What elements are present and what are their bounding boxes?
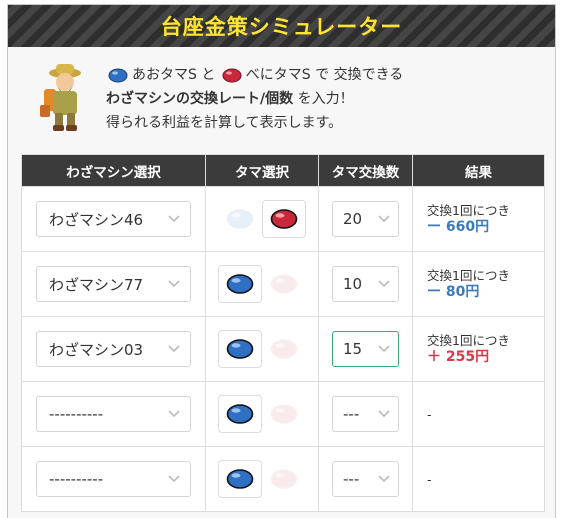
blue-gem-icon <box>226 404 254 424</box>
gem-toggle <box>206 200 318 238</box>
result-cell: - <box>413 471 544 488</box>
result-cell: - <box>413 406 544 423</box>
chevron-down-icon <box>378 410 390 418</box>
gem-count-value: 15 <box>343 340 363 358</box>
chevron-down-icon <box>168 410 180 418</box>
chevron-down-icon <box>168 345 180 353</box>
table-row: ---------- --- - <box>21 446 545 512</box>
blue-gem-icon <box>226 209 254 229</box>
header-result: 結果 <box>412 154 545 187</box>
header-tm-select: わざマシン選択 <box>21 154 206 187</box>
red-gem-icon <box>270 339 298 359</box>
gem-count-select[interactable]: 20 <box>332 201 399 237</box>
red-gem-button[interactable] <box>262 200 306 238</box>
tm-select[interactable]: ---------- <box>36 396 191 432</box>
chevron-down-icon <box>168 215 180 223</box>
tm-select[interactable]: わざマシン03 <box>36 331 191 367</box>
gem-toggle <box>206 330 318 368</box>
intro-line2-bold: わざマシンの交換レート/個数 <box>106 91 294 107</box>
chevron-down-icon <box>168 280 180 288</box>
result-label: 交換1回につき <box>427 203 510 218</box>
result-label: - <box>427 406 432 422</box>
tm-select-value: ---------- <box>49 405 104 423</box>
result-cell: 交換1回につきー 80円 <box>413 267 544 301</box>
gem-toggle <box>206 460 318 498</box>
gem-count-select[interactable]: 15 <box>332 331 399 367</box>
page-title: 台座金策シミュレーター <box>160 15 403 39</box>
intro-blue-gem-name: あおタマS <box>132 67 197 83</box>
title-bar: 台座金策シミュレーター <box>8 5 555 47</box>
tm-select-value: わざマシン03 <box>49 340 144 359</box>
intro-line3: 得られる利益を計算して表示します。 <box>106 115 343 131</box>
blue-gem-button[interactable] <box>218 200 262 238</box>
gem-toggle <box>206 265 318 303</box>
blue-gem-icon <box>226 469 254 489</box>
table-header-row: わざマシン選択 タマ選択 タマ交換数 結果 <box>21 154 545 187</box>
table-row: わざマシン46 20 交換1回につきー 660円 <box>21 186 545 252</box>
red-gem-button[interactable] <box>262 265 306 303</box>
blue-gem-button[interactable] <box>218 460 262 498</box>
intro-line2-suffix: を入力！ <box>297 91 354 107</box>
tm-select[interactable]: わざマシン46 <box>36 201 191 237</box>
tm-select[interactable]: ---------- <box>36 461 191 497</box>
gem-count-select[interactable]: --- <box>332 461 399 497</box>
tm-select-value: わざマシン46 <box>49 210 144 229</box>
blue-gem-button[interactable] <box>218 395 262 433</box>
result-label: 交換1回につき <box>427 268 510 283</box>
gem-count-value: --- <box>343 405 360 423</box>
tm-select-value: ---------- <box>49 470 104 488</box>
simulator-table: わざマシン選択 タマ選択 タマ交換数 結果 わざマシン46 20 交換1回につきー … <box>21 154 545 512</box>
intro-red-gem-name: べにタマS <box>245 67 311 83</box>
table-row: わざマシン77 10 交換1回につきー 80円 <box>21 251 545 317</box>
red-gem-icon <box>222 68 242 82</box>
intro-line1-suffix: で 交換できる <box>315 67 404 83</box>
simulator-panel: 台座金策シミュレーター あおタマS と べにタマS で 交換できる わざマシンの… <box>7 4 556 518</box>
red-gem-button[interactable] <box>262 395 306 433</box>
red-gem-icon <box>270 274 298 294</box>
red-gem-icon <box>270 209 298 229</box>
gem-count-value: 20 <box>343 210 363 228</box>
red-gem-icon <box>270 404 298 424</box>
table-row: ---------- --- - <box>21 381 545 447</box>
blue-gem-icon <box>108 68 128 82</box>
red-gem-button[interactable] <box>262 460 306 498</box>
red-gem-icon <box>270 469 298 489</box>
gem-count-value: 10 <box>343 275 363 293</box>
blue-gem-button[interactable] <box>218 330 262 368</box>
result-value: ー 660円 <box>427 219 490 235</box>
result-value: ー 80円 <box>427 284 480 300</box>
intro-section: あおタマS と べにタマS で 交換できる わざマシンの交換レート/個数 を入力… <box>34 61 534 151</box>
explorer-mascot-icon <box>40 64 81 131</box>
tm-select[interactable]: わざマシン77 <box>36 266 191 302</box>
result-label: - <box>427 471 432 487</box>
tm-select-value: わざマシン77 <box>49 275 144 294</box>
blue-gem-button[interactable] <box>218 265 262 303</box>
result-cell: 交換1回につきー 660円 <box>413 202 544 236</box>
chevron-down-icon <box>378 345 390 353</box>
chevron-down-icon <box>168 475 180 483</box>
gem-toggle <box>206 395 318 433</box>
blue-gem-icon <box>226 274 254 294</box>
red-gem-button[interactable] <box>262 330 306 368</box>
result-value: ＋ 255円 <box>427 349 490 365</box>
chevron-down-icon <box>378 280 390 288</box>
table-row: わざマシン03 15 交換1回につき＋ 255円 <box>21 316 545 382</box>
gem-count-value: --- <box>343 470 360 488</box>
blue-gem-icon <box>226 339 254 359</box>
intro-and: と <box>201 67 216 83</box>
gem-count-select[interactable]: 10 <box>332 266 399 302</box>
header-gem-select: タマ選択 <box>205 154 319 187</box>
chevron-down-icon <box>378 475 390 483</box>
result-cell: 交換1回につき＋ 255円 <box>413 332 544 366</box>
chevron-down-icon <box>378 215 390 223</box>
gem-count-select[interactable]: --- <box>332 396 399 432</box>
result-label: 交換1回につき <box>427 333 510 348</box>
header-gem-count: タマ交換数 <box>318 154 413 187</box>
